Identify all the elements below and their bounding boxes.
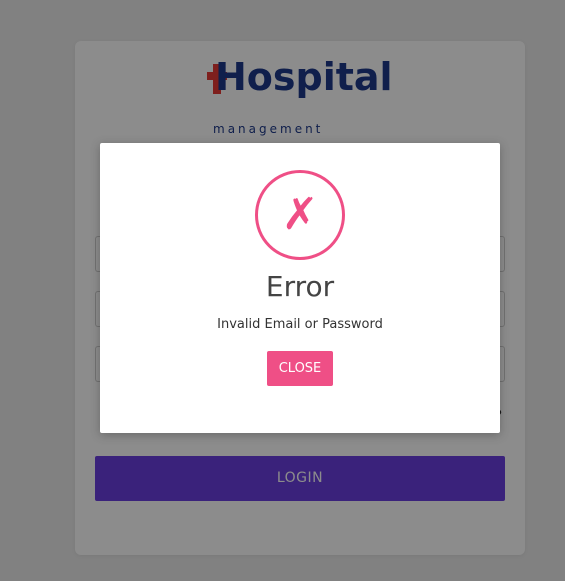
dialog-title: Error	[265, 270, 335, 303]
close-button[interactable]: CLOSE	[267, 351, 333, 386]
error-x-icon: ✗	[281, 189, 319, 240]
dialog-message: Invalid Email or Password	[217, 317, 383, 332]
error-dialog: ✗ Error Invalid Email or Password CLOSE	[100, 143, 500, 433]
error-icon-circle: ✗	[255, 170, 345, 260]
